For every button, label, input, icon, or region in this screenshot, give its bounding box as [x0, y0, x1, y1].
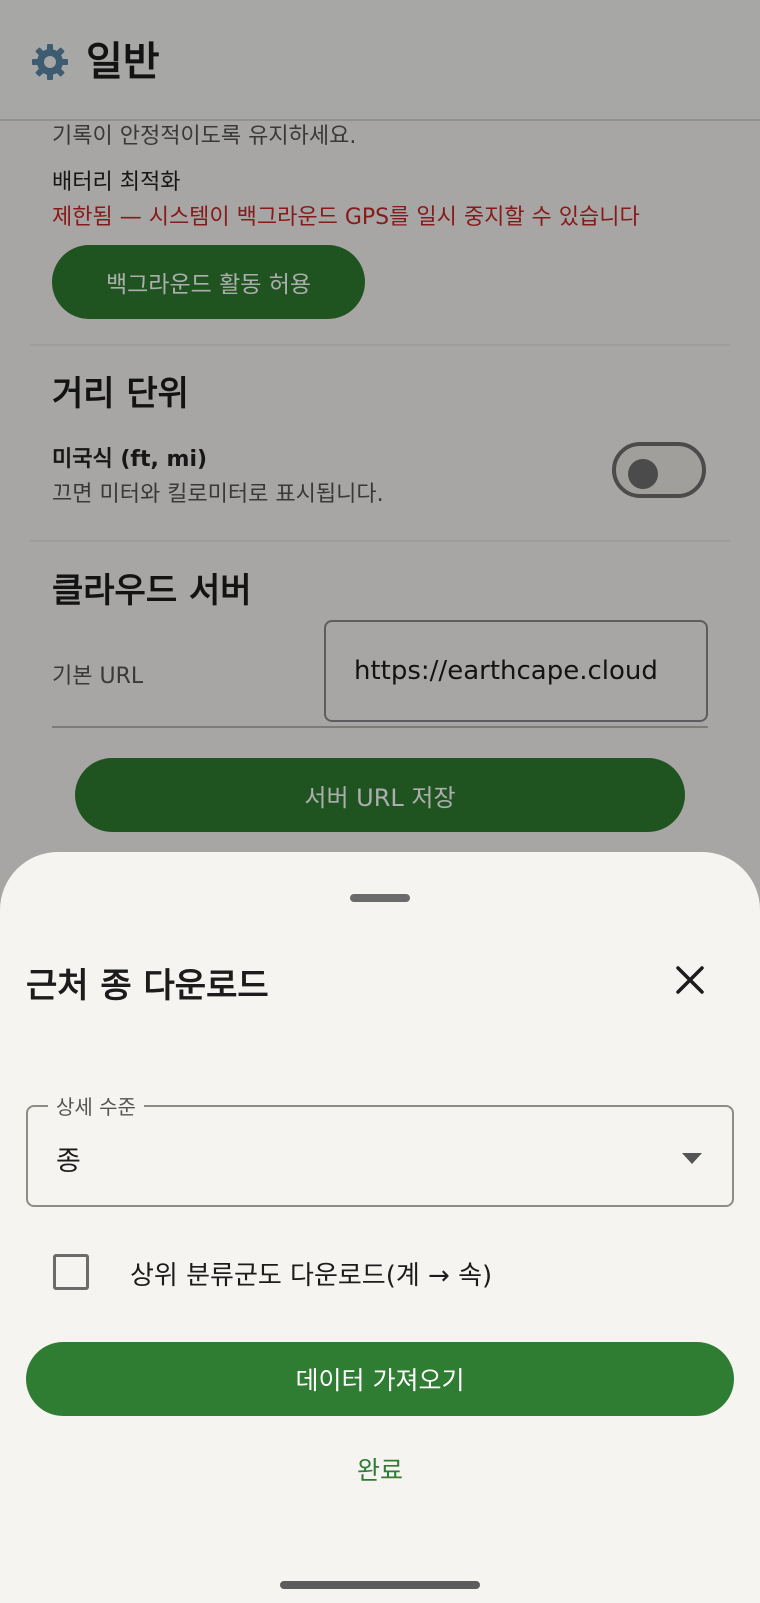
detail-level-value: 종: [56, 1146, 81, 1177]
drag-handle[interactable]: [350, 894, 410, 902]
close-icon[interactable]: [668, 958, 712, 1002]
higher-taxa-checkbox[interactable]: [53, 1254, 89, 1290]
import-data-button[interactable]: 데이터 가져오기: [26, 1342, 734, 1416]
gesture-nav-bar: [280, 1581, 480, 1589]
higher-taxa-label[interactable]: 상위 분류군도 다운로드(계 → 속): [130, 1255, 492, 1292]
done-button[interactable]: 완료: [330, 1449, 430, 1493]
detail-level-label: 상세 수준: [48, 1091, 144, 1120]
dropdown-arrow-icon: [682, 1153, 702, 1164]
sheet-title: 근처 종 다운로드: [26, 966, 269, 1006]
detail-level-select[interactable]: 상세 수준 종: [26, 1091, 734, 1207]
bottom-sheet: 근처 종 다운로드 상세 수준 종 상위 분류군도 다운로드(계 → 속) 데이…: [0, 852, 760, 1603]
